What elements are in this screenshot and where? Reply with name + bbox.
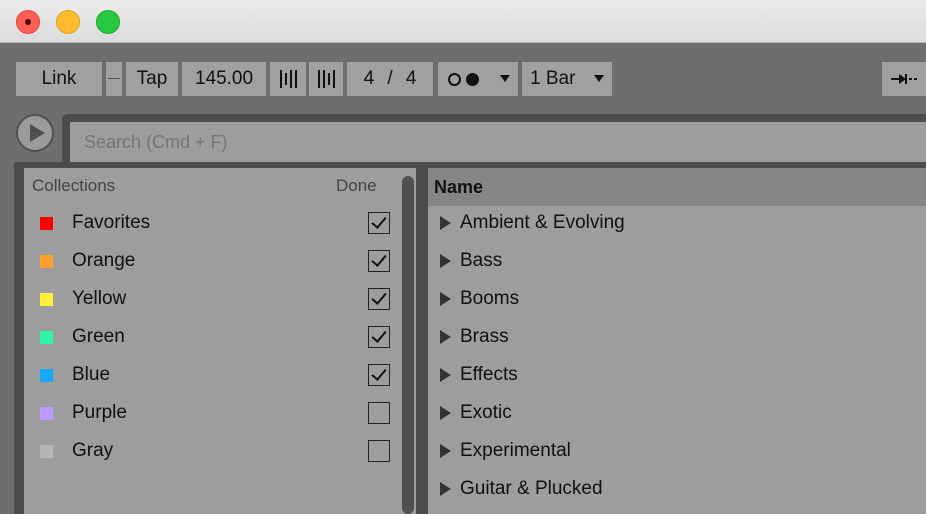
list-item-label: Booms xyxy=(460,288,520,309)
collection-label: Green xyxy=(72,326,125,347)
list-item-label: Bass xyxy=(460,250,503,271)
disclosure-triangle-icon[interactable] xyxy=(440,292,451,306)
time-signature-numerator[interactable]: 4 xyxy=(364,68,375,90)
zoom-window-button[interactable] xyxy=(96,10,120,34)
list-item-label: Ambient & Evolving xyxy=(460,212,625,233)
list-item[interactable]: Effects xyxy=(428,356,926,394)
list-item[interactable]: Guitar & Plucked xyxy=(428,470,926,508)
collection-color-swatch xyxy=(40,331,53,344)
collection-color-swatch xyxy=(40,217,53,230)
collection-label: Purple xyxy=(72,402,127,423)
list-item[interactable]: Exotic xyxy=(428,394,926,432)
collection-color-swatch xyxy=(40,293,53,306)
list-item-label: Effects xyxy=(460,364,518,385)
collection-row[interactable]: Blue xyxy=(24,356,394,394)
nudge-up-button[interactable] xyxy=(309,62,343,96)
collections-scrollbar[interactable] xyxy=(402,176,414,514)
disclosure-triangle-icon[interactable] xyxy=(440,406,451,420)
collection-color-swatch xyxy=(40,255,53,268)
list-item-label: Experimental xyxy=(460,440,571,461)
list-item-label: Exotic xyxy=(460,402,512,423)
nudge-down-icon xyxy=(279,70,297,88)
time-signature[interactable]: 4 / 4 xyxy=(347,62,433,96)
collection-color-swatch xyxy=(40,407,53,420)
disclosure-triangle-icon[interactable] xyxy=(440,254,451,268)
collection-checkbox[interactable] xyxy=(368,288,390,310)
name-column-header[interactable]: Name xyxy=(428,168,926,206)
collection-checkbox[interactable] xyxy=(368,402,390,424)
browser-play-icon[interactable] xyxy=(16,114,54,152)
quantization-menu[interactable]: 1 Bar xyxy=(522,62,612,96)
nudge-down-button[interactable] xyxy=(270,62,306,96)
collection-checkbox[interactable] xyxy=(368,250,390,272)
collection-row[interactable]: Yellow xyxy=(24,280,394,318)
close-window-button[interactable] xyxy=(16,10,40,34)
metronome-on-icon xyxy=(466,72,479,86)
time-signature-denominator[interactable]: 4 xyxy=(406,68,417,90)
link-button[interactable]: Link xyxy=(16,62,102,96)
metronome-off-icon xyxy=(448,72,461,86)
chevron-down-icon xyxy=(594,75,604,82)
list-item[interactable]: Experimental xyxy=(428,432,926,470)
collection-label: Gray xyxy=(72,440,114,461)
disclosure-triangle-icon[interactable] xyxy=(440,482,451,496)
time-signature-slash: / xyxy=(387,68,393,89)
list-item-label: Guitar & Plucked xyxy=(460,478,603,499)
collection-checkbox[interactable] xyxy=(368,364,390,386)
collection-row[interactable]: Gray xyxy=(24,432,394,470)
collection-row[interactable]: Orange xyxy=(24,242,394,280)
collection-label: Blue xyxy=(72,364,111,385)
disclosure-triangle-icon[interactable] xyxy=(440,330,451,344)
search-input[interactable] xyxy=(70,122,926,162)
collection-checkbox[interactable] xyxy=(368,326,390,348)
collection-row[interactable]: Purple xyxy=(24,394,394,432)
quantization-value: 1 Bar xyxy=(530,68,576,89)
collection-row[interactable]: Favorites xyxy=(24,204,394,242)
list-item[interactable]: Booms xyxy=(428,280,926,318)
collection-checkbox[interactable] xyxy=(368,440,390,462)
collection-label: Favorites xyxy=(72,212,151,233)
list-item[interactable]: Bass xyxy=(428,242,926,280)
disclosure-triangle-icon[interactable] xyxy=(440,368,451,382)
disclosure-triangle-icon[interactable] xyxy=(440,444,451,458)
list-item[interactable]: Brass xyxy=(428,318,926,356)
link-separator xyxy=(106,62,122,96)
follow-arrow-icon xyxy=(891,74,917,84)
collection-row[interactable]: Green xyxy=(24,318,394,356)
title-bar xyxy=(0,0,926,43)
collections-header: Collections xyxy=(32,176,116,195)
minimize-window-button[interactable] xyxy=(56,10,80,34)
chevron-down-icon xyxy=(500,75,510,82)
collection-label: Orange xyxy=(72,250,136,271)
nudge-up-icon xyxy=(317,70,335,88)
metronome-button[interactable] xyxy=(438,62,518,96)
collection-label: Yellow xyxy=(72,288,127,309)
done-button[interactable]: Done xyxy=(336,176,377,196)
collection-color-swatch xyxy=(40,369,53,382)
list-item[interactable]: Ambient & Evolving xyxy=(428,204,926,242)
follow-button[interactable] xyxy=(882,62,926,96)
tempo-field[interactable]: 145.00 xyxy=(182,62,266,96)
list-item-label: Brass xyxy=(460,326,509,347)
disclosure-triangle-icon[interactable] xyxy=(440,216,451,230)
tap-tempo-button[interactable]: Tap xyxy=(126,62,178,96)
collection-checkbox[interactable] xyxy=(368,212,390,234)
collection-color-swatch xyxy=(40,445,53,458)
